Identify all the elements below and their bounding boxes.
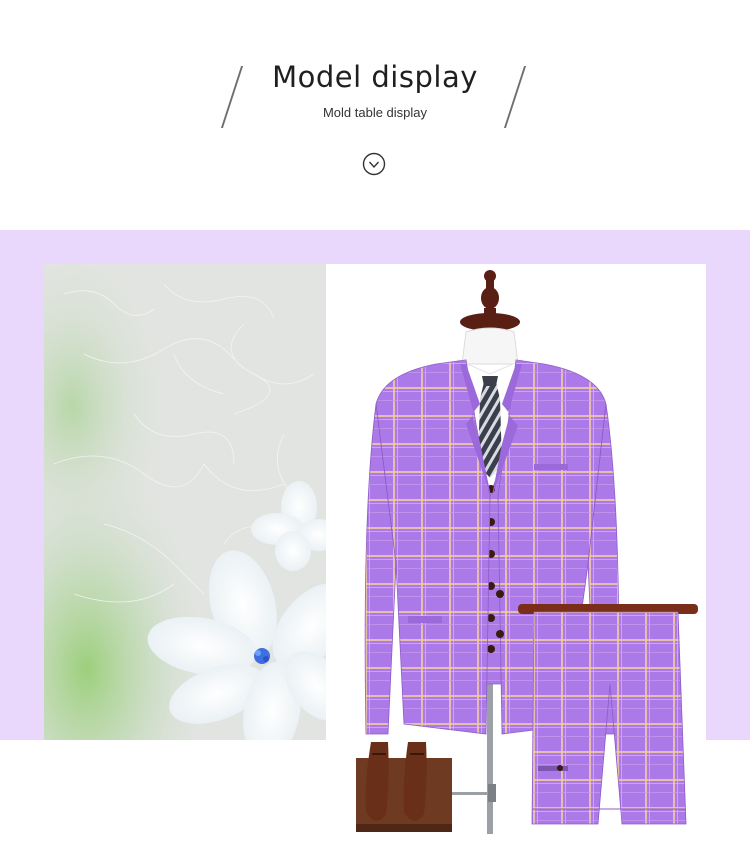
section-header: Model display Mold table display bbox=[0, 0, 750, 230]
mannequin-finial bbox=[460, 270, 520, 331]
section-title: Model display bbox=[272, 60, 478, 94]
suit-mannequin-image bbox=[356, 270, 698, 834]
chevron-down-circle-icon[interactable] bbox=[362, 152, 386, 176]
flower-decor-image bbox=[44, 264, 326, 740]
section-subtitle: Mold table display bbox=[322, 105, 428, 120]
